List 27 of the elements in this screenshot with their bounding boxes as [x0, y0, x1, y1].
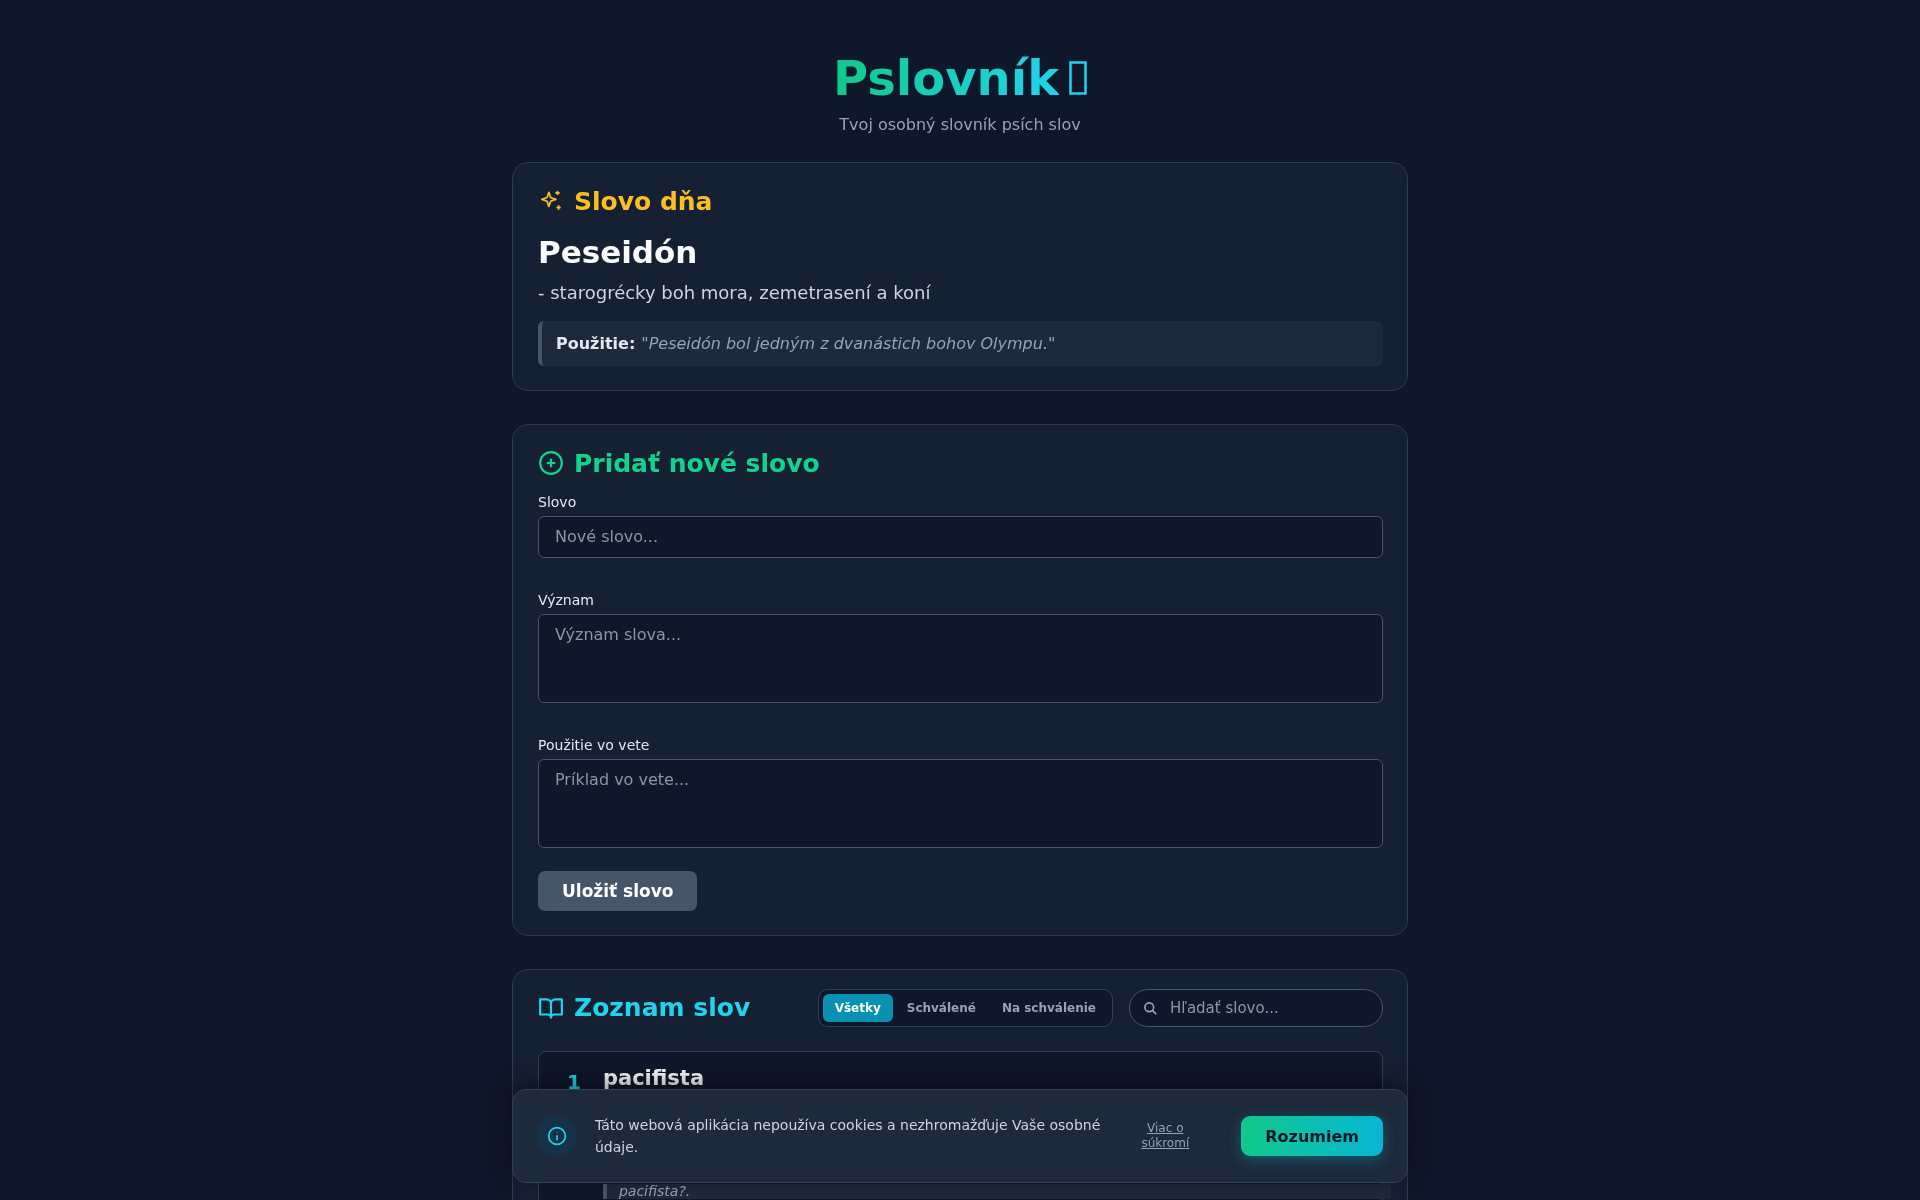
search-field[interactable]: Hľadať slovo...: [1129, 988, 1383, 1027]
filter-tab[interactable]: Na schválenie: [989, 993, 1108, 1022]
filter-tab[interactable]: Schválené: [894, 993, 988, 1022]
text-area[interactable]: Príklad vo vete...: [538, 758, 1383, 848]
section-heading: Pridať nové slovo: [574, 448, 820, 478]
word-title: pacifista: [602, 1065, 706, 1090]
usage-quote: Použitie: "Peseidón bol jedným z dvanástich bohov Olympu.": [538, 320, 1383, 366]
plus-circle-icon: [538, 450, 564, 477]
filter-tab[interactable]: Všetky: [822, 993, 893, 1022]
text-area[interactable]: Význam slova...: [538, 613, 1383, 703]
word-definition: - starogrécky boh mora, zemetrasení a koní: [538, 281, 932, 303]
section-heading: Zoznam slov: [574, 993, 751, 1023]
save-button[interactable]: Uložiť slovo: [538, 870, 698, 911]
field-label: Slovo: [538, 493, 578, 510]
field-label: Význam: [538, 591, 595, 608]
app-subtitle: Tvoj osobný slovník psích slov: [839, 114, 1081, 134]
privacy-link[interactable]: Viac o súkromí: [1137, 1121, 1194, 1151]
section-heading: Slovo dňa: [574, 186, 713, 216]
usage-quote: pacifista?.: [602, 1183, 1391, 1199]
field-label: Použitie vo vete: [538, 736, 651, 753]
input-field[interactable]: Nové slovo...: [538, 515, 1383, 558]
word-number: 1: [567, 1068, 581, 1096]
cookie-message: Táto webová aplikácia nepoužíva cookies a nezhromažďuje Vaše osobné údaje.: [595, 1116, 1102, 1157]
featured-word: Peseidón: [538, 233, 699, 270]
accept-button[interactable]: Rozumiem: [1241, 1116, 1383, 1156]
info-icon: [537, 1116, 577, 1156]
missing-glyph-icon: [1069, 61, 1088, 96]
